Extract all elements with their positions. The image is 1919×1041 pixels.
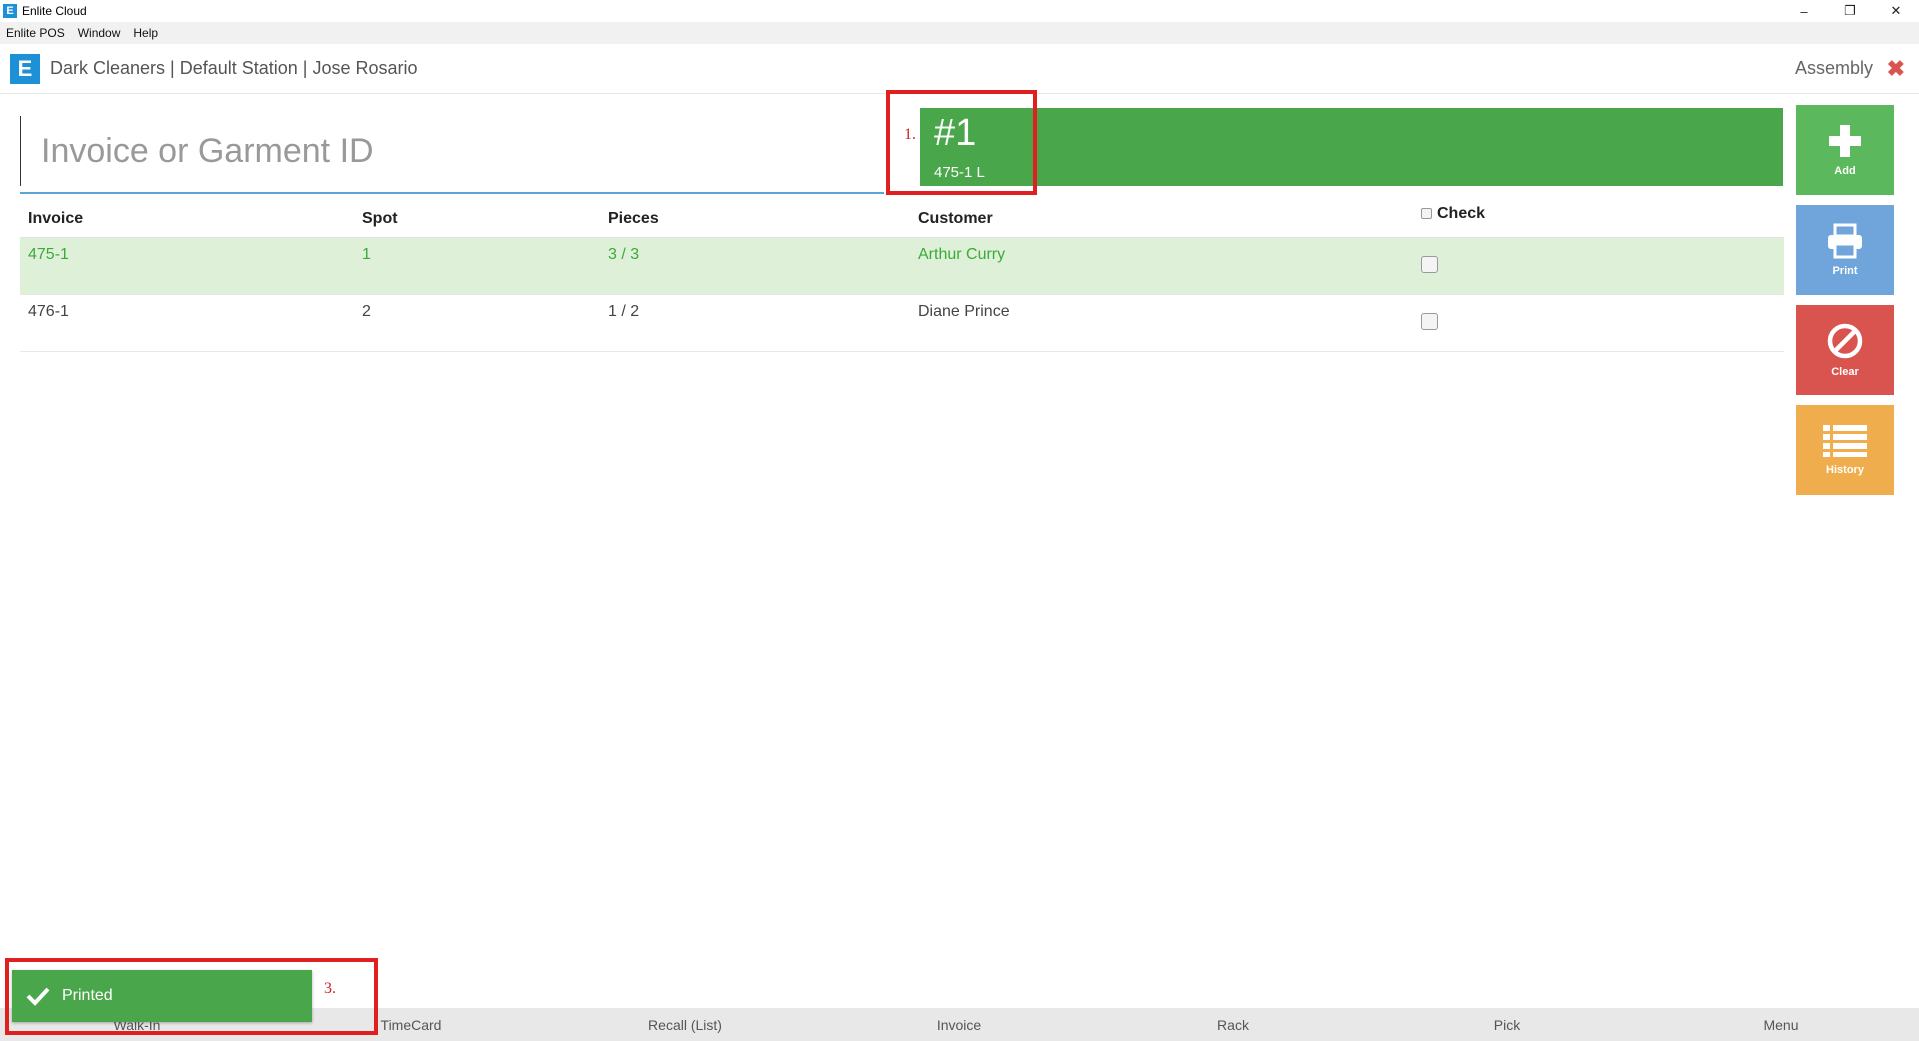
clear-button[interactable]: Clear bbox=[1796, 305, 1894, 395]
window-title: Enlite Cloud bbox=[22, 4, 87, 18]
nav-recall-list[interactable]: Recall (List) bbox=[548, 1017, 822, 1033]
window-controls: – ❐ ✕ bbox=[1781, 0, 1919, 22]
annotation-box-3 bbox=[5, 958, 378, 1035]
column-check-label: Check bbox=[1437, 204, 1486, 222]
row-spot: 1 bbox=[362, 246, 371, 263]
annotation-label-1: 1. bbox=[904, 126, 916, 143]
printer-icon bbox=[1828, 223, 1862, 259]
clear-button-label: Clear bbox=[1831, 366, 1859, 378]
row-customer: Diane Prince bbox=[918, 303, 1010, 320]
column-invoice: Invoice bbox=[28, 209, 84, 227]
table-header: Invoice Spot Pieces Customer Check bbox=[20, 200, 1784, 238]
ban-icon bbox=[1827, 323, 1863, 359]
nav-menu[interactable]: Menu bbox=[1644, 1017, 1918, 1033]
module-title: Assembly bbox=[1794, 58, 1873, 78]
history-button-label: History bbox=[1826, 464, 1864, 476]
assembly-banner: #1 475-1 L bbox=[920, 108, 1783, 186]
column-customer: Customer bbox=[918, 209, 993, 227]
window-close-button[interactable]: ✕ bbox=[1873, 0, 1919, 22]
row-customer: Arthur Curry bbox=[918, 246, 1006, 263]
menubar: Enlite POS Window Help bbox=[0, 22, 1919, 44]
add-button[interactable]: Add bbox=[1796, 105, 1894, 195]
enlite-logo: E bbox=[10, 53, 40, 84]
plus-icon bbox=[1829, 125, 1861, 157]
invoice-garment-search-input[interactable] bbox=[20, 116, 884, 186]
table-row[interactable]: 475-1 1 3 / 3 Arthur Curry bbox=[20, 238, 1784, 295]
search-container bbox=[20, 112, 884, 194]
annotation-label-3: 3. bbox=[324, 980, 336, 997]
row-invoice: 475-1 bbox=[28, 246, 69, 263]
nav-rack[interactable]: Rack bbox=[1096, 1017, 1370, 1033]
minimize-button[interactable]: – bbox=[1781, 0, 1827, 22]
menu-enlite-pos[interactable]: Enlite POS bbox=[6, 26, 65, 40]
column-spot: Spot bbox=[362, 209, 398, 227]
nav-pick[interactable]: Pick bbox=[1370, 1017, 1644, 1033]
app-icon: E bbox=[3, 4, 17, 18]
window-titlebar: E Enlite Cloud – ❐ ✕ bbox=[0, 0, 1919, 22]
row-checkbox[interactable] bbox=[1421, 313, 1438, 330]
close-module-icon[interactable]: ✖ bbox=[1887, 56, 1905, 82]
print-button[interactable]: Print bbox=[1796, 205, 1894, 295]
check-all-checkbox[interactable] bbox=[1421, 208, 1432, 219]
row-check-cell bbox=[1413, 246, 1613, 294]
row-invoice: 476-1 bbox=[28, 303, 69, 320]
menu-window[interactable]: Window bbox=[78, 26, 121, 40]
row-check-cell bbox=[1413, 303, 1613, 351]
row-spot: 2 bbox=[362, 303, 371, 320]
row-pieces: 3 / 3 bbox=[608, 246, 640, 263]
list-icon bbox=[1823, 425, 1867, 457]
assembly-table: Invoice Spot Pieces Customer Check 475-1… bbox=[20, 200, 1784, 352]
menu-help[interactable]: Help bbox=[133, 26, 158, 40]
column-check: Check bbox=[1413, 205, 1613, 223]
row-checkbox[interactable] bbox=[1421, 256, 1438, 273]
table-row[interactable]: 476-1 2 1 / 2 Diane Prince bbox=[20, 295, 1784, 352]
nav-invoice[interactable]: Invoice bbox=[822, 1017, 1096, 1033]
restore-button[interactable]: ❐ bbox=[1827, 0, 1873, 22]
app-header: E Dark Cleaners | Default Station | Jose… bbox=[0, 44, 1919, 94]
row-pieces: 1 / 2 bbox=[608, 303, 640, 320]
print-button-label: Print bbox=[1832, 265, 1858, 277]
column-pieces: Pieces bbox=[608, 209, 659, 227]
station-info: Dark Cleaners | Default Station | Jose R… bbox=[50, 58, 418, 78]
history-button[interactable]: History bbox=[1796, 405, 1894, 495]
add-button-label: Add bbox=[1834, 165, 1856, 177]
